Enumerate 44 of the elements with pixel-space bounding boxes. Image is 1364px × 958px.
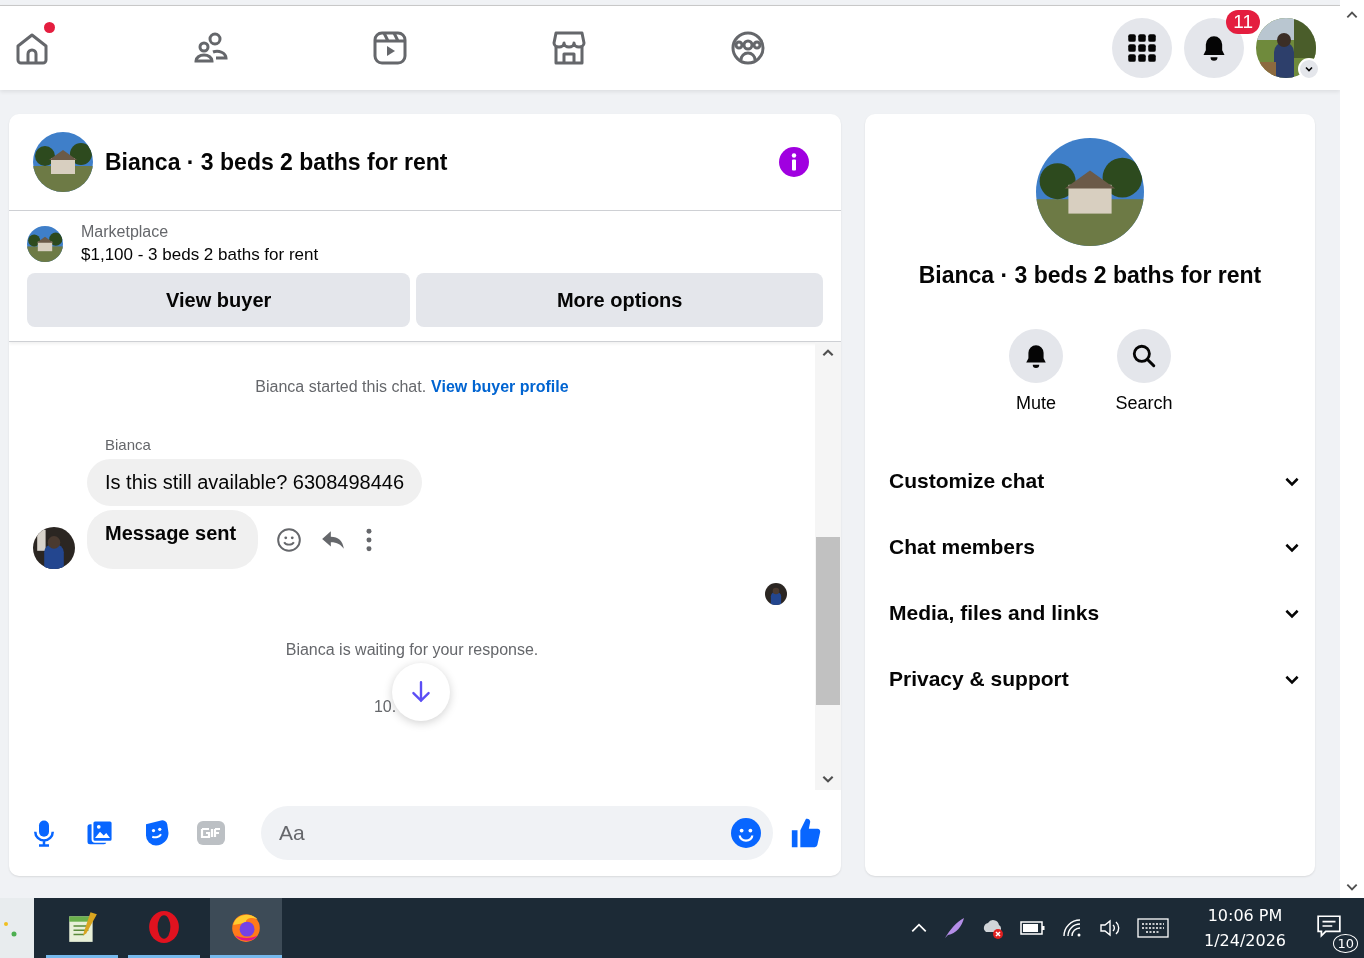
bell-icon[interactable] xyxy=(1023,343,1049,369)
buyer-profile-link[interactable]: View buyer profile xyxy=(431,378,569,395)
section-header[interactable]: Chat members xyxy=(889,514,1301,580)
notification-center-icon[interactable] xyxy=(1316,913,1342,939)
system-message: Bianca started this chat. View buyer profile xyxy=(255,378,569,396)
menu-button[interactable] xyxy=(1112,18,1172,78)
people-icon[interactable] xyxy=(193,30,229,66)
search-icon[interactable] xyxy=(1131,343,1157,369)
chat-title: Bianca · 3 beds 2 baths for rent xyxy=(918,262,1262,289)
keyboard-icon[interactable] xyxy=(1135,918,1170,938)
section-header[interactable]: Media, files and links xyxy=(889,580,1301,646)
notification-count: 10 xyxy=(1333,934,1358,953)
scrollbar[interactable] xyxy=(815,342,841,790)
chat-title: Bianca · 3 beds 2 baths for rent xyxy=(105,148,449,176)
clock-time[interactable]: 10:06 PM xyxy=(1207,906,1283,925)
action-label: Search xyxy=(1115,393,1173,414)
message-bubble: Is this still available? 6308498446 xyxy=(87,459,423,506)
clock-date[interactable]: 1/24/2026 xyxy=(1203,931,1286,950)
mute-button[interactable] xyxy=(1009,329,1063,383)
view-buyer-button[interactable]: View buyer xyxy=(27,273,411,327)
message-bubble: Message sent xyxy=(87,510,259,569)
thumbs-up-icon[interactable] xyxy=(789,816,823,850)
timestamp: 10. xyxy=(373,698,397,716)
video-icon[interactable] xyxy=(372,30,408,66)
action-label: Mute xyxy=(1016,393,1056,414)
grid-icon[interactable] xyxy=(1127,33,1157,63)
info-icon[interactable] xyxy=(779,147,809,177)
emoji-icon[interactable] xyxy=(731,818,761,848)
battery-icon[interactable] xyxy=(1019,920,1046,936)
section-header[interactable]: Customize chat xyxy=(889,448,1301,514)
sender-name: Bianca xyxy=(105,436,151,453)
section-header[interactable]: Privacy & support xyxy=(889,646,1301,712)
groups-icon[interactable] xyxy=(730,30,766,66)
more-options-button[interactable]: More options xyxy=(416,273,823,327)
notification-count: 11 xyxy=(1226,10,1260,34)
scroll-thumb[interactable] xyxy=(816,537,840,705)
search-button[interactable] xyxy=(1117,329,1171,383)
store-icon[interactable] xyxy=(551,30,587,66)
opera-icon[interactable] xyxy=(147,909,181,944)
message-field[interactable]: Aa xyxy=(261,806,773,860)
listing-title: $1,100 - 3 beds 2 baths for rent xyxy=(81,245,319,265)
system-message: Bianca is waiting for your response. xyxy=(285,641,539,659)
listing-source: Marketplace xyxy=(81,223,170,241)
emoji-icon[interactable] xyxy=(276,526,303,553)
